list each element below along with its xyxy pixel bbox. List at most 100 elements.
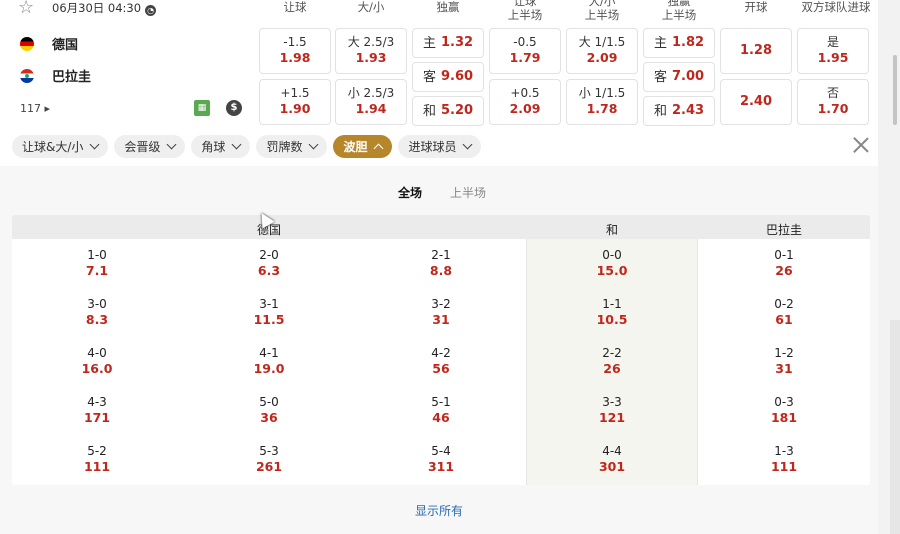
odds-cell[interactable]: +0.5 2.09 <box>489 79 561 125</box>
score-odds: 36 <box>260 410 278 425</box>
odds-cell[interactable]: 大 1/1.5 2.09 <box>566 28 638 74</box>
odds-cell[interactable]: 小 1/1.5 1.78 <box>566 79 638 125</box>
filter-goalscorer[interactable]: 进球球员 <box>398 135 482 158</box>
filter-corners[interactable]: 角球 <box>191 135 251 158</box>
odds-cell[interactable]: 和 2.43 <box>643 96 715 126</box>
score-odds-cell[interactable]: 4-3 171 <box>67 395 127 425</box>
score-label: 4-4 <box>602 444 622 458</box>
score-odds-cell[interactable]: 3-2 31 <box>411 297 471 327</box>
score-odds-cell[interactable]: 3-3 121 <box>582 395 642 425</box>
tab-fulltime[interactable]: 全场 <box>398 184 422 201</box>
chevron-down-icon <box>231 139 242 150</box>
cashout-icon[interactable]: $ <box>226 100 242 116</box>
score-odds-cell[interactable]: 4-4 301 <box>582 444 642 474</box>
score-odds-cell[interactable]: 5-1 46 <box>411 395 471 425</box>
score-label: 4-1 <box>259 346 279 360</box>
score-label: 2-1 <box>431 248 451 262</box>
score-odds-cell[interactable]: 3-0 8.3 <box>67 297 127 327</box>
market-filter-bar: 让球&大/小 会晋级 角球 罚牌数 波胆 进球球员 <box>12 135 482 158</box>
score-odds-cell[interactable]: 1-1 10.5 <box>582 297 642 327</box>
score-odds: 26 <box>775 263 793 278</box>
filter-label: 会晋级 <box>124 140 161 154</box>
more-markets-link[interactable]: 117 ▸ <box>20 102 50 115</box>
score-label: 5-4 <box>431 444 451 458</box>
match-header: ☆ 06月30日 04:30 ◔ 德国 巴拉圭 117 ▸ ▦ $ 让球 大/小 … <box>0 0 878 130</box>
col-header-1x2: 独赢 <box>436 0 460 14</box>
score-odds: 26 <box>603 361 621 376</box>
score-odds: 311 <box>427 459 455 474</box>
odds-cell[interactable]: -0.5 1.79 <box>489 28 561 74</box>
score-label: 1-2 <box>774 346 794 360</box>
score-odds: 171 <box>83 410 111 425</box>
filter-correct-score[interactable]: 波胆 <box>333 135 393 158</box>
filter-label: 罚牌数 <box>266 140 303 154</box>
score-odds-cell[interactable]: 0-0 15.0 <box>582 248 642 278</box>
score-odds-cell[interactable]: 5-3 261 <box>239 444 299 474</box>
score-odds-cell[interactable]: 4-0 16.0 <box>67 346 127 376</box>
germany-flag-icon <box>20 36 34 51</box>
odds-cell[interactable]: 客 9.60 <box>412 62 484 92</box>
odds-cell[interactable]: 主 1.32 <box>412 28 484 58</box>
score-odds-cell[interactable]: 2-2 26 <box>582 346 642 376</box>
odds-cell[interactable]: 2.40 <box>720 79 792 125</box>
odds-cell[interactable]: 主 1.82 <box>643 28 715 58</box>
odds-cell[interactable]: 是 1.95 <box>797 28 869 74</box>
score-odds-cell[interactable]: 5-2 111 <box>67 444 127 474</box>
odds-cell[interactable]: -1.5 1.98 <box>259 28 331 74</box>
page-scrollbar-thumb[interactable] <box>893 55 897 125</box>
score-odds: 16.0 <box>81 361 113 376</box>
score-odds-cell[interactable]: 4-2 56 <box>411 346 471 376</box>
score-label: 0-3 <box>774 395 794 409</box>
score-odds: 61 <box>775 312 793 327</box>
score-odds: 10.5 <box>596 312 628 327</box>
show-all-link[interactable]: 显示所有 <box>0 502 878 519</box>
score-odds-cell[interactable]: 1-2 31 <box>754 346 814 376</box>
field-stats-icon[interactable]: ▦ <box>194 100 210 116</box>
score-label: 1-0 <box>87 248 107 262</box>
score-odds-cell[interactable]: 2-1 8.8 <box>411 248 471 278</box>
score-label: 5-2 <box>87 444 107 458</box>
score-odds-cell[interactable]: 0-3 181 <box>754 395 814 425</box>
score-odds: 46 <box>432 410 450 425</box>
close-icon[interactable] <box>850 134 872 156</box>
favorite-star-icon[interactable]: ☆ <box>18 0 34 18</box>
odds-cell[interactable]: 否 1.70 <box>797 79 869 125</box>
chevron-up-icon <box>374 143 384 154</box>
score-label: 1-1 <box>602 297 622 311</box>
score-label: 4-0 <box>87 346 107 360</box>
col-header-over-under-h1: 大/小 上半场 <box>584 0 620 22</box>
odds-cell[interactable]: +1.5 1.90 <box>259 79 331 125</box>
odds-cell[interactable]: 客 7.00 <box>643 62 715 92</box>
filter-cards[interactable]: 罚牌数 <box>256 135 328 158</box>
score-odds-cell[interactable]: 5-4 311 <box>411 444 471 474</box>
score-label: 0-2 <box>774 297 794 311</box>
score-odds: 15.0 <box>596 263 628 278</box>
score-odds-cell[interactable]: 5-0 36 <box>239 395 299 425</box>
score-odds-cell[interactable]: 0-1 26 <box>754 248 814 278</box>
chevron-down-icon <box>89 139 100 150</box>
score-odds-cell[interactable]: 1-0 7.1 <box>67 248 127 278</box>
score-odds: 6.3 <box>257 263 281 278</box>
score-label: 0-1 <box>774 248 794 262</box>
match-datetime: 06月30日 04:30 ◔ <box>52 0 157 16</box>
score-odds: 7.1 <box>85 263 109 278</box>
col-header-kickoff: 开球 <box>744 0 768 14</box>
score-odds-cell[interactable]: 1-3 111 <box>754 444 814 474</box>
paraguay-flag-icon <box>20 68 34 83</box>
score-odds-cell[interactable]: 0-2 61 <box>754 297 814 327</box>
score-odds-cell[interactable]: 3-1 11.5 <box>239 297 299 327</box>
odds-cell[interactable]: 大 2.5/3 1.93 <box>335 28 407 74</box>
col-header-handicap: 让球 <box>283 0 307 14</box>
score-label: 4-2 <box>431 346 451 360</box>
score-odds: 8.8 <box>429 263 453 278</box>
score-odds-cell[interactable]: 4-1 19.0 <box>239 346 299 376</box>
filter-qualify[interactable]: 会晋级 <box>114 135 186 158</box>
tab-first-half[interactable]: 上半场 <box>450 184 486 201</box>
odds-cell[interactable]: 和 5.20 <box>412 96 484 126</box>
score-odds: 31 <box>432 312 450 327</box>
odds-cell[interactable]: 小 2.5/3 1.94 <box>335 79 407 125</box>
score-odds-cell[interactable]: 2-0 6.3 <box>239 248 299 278</box>
odds-cell[interactable]: 1.28 <box>720 28 792 74</box>
score-odds: 121 <box>598 410 626 425</box>
filter-handicap-ou[interactable]: 让球&大/小 <box>12 135 109 158</box>
